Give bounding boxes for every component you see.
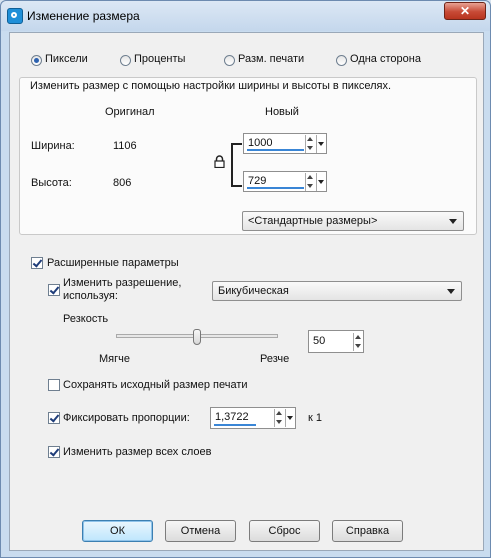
width-field-underline <box>247 149 304 151</box>
resample-checkbox[interactable] <box>48 284 60 296</box>
close-icon: ✕ <box>459 4 471 18</box>
lock-ratio-checkbox[interactable] <box>48 412 60 424</box>
all-layers-checkbox[interactable] <box>48 446 60 458</box>
resample-label-line1[interactable]: Изменить разрешение, <box>63 277 181 289</box>
reset-button[interactable]: Сброс <box>249 520 320 542</box>
radio-percent-label[interactable]: Проценты <box>134 53 185 65</box>
chevron-down-icon <box>447 289 455 294</box>
app-icon <box>7 8 23 24</box>
radio-print-size[interactable] <box>224 55 235 66</box>
radio-pixels-label[interactable]: Пиксели <box>45 53 88 65</box>
dimensions-group: Изменить размер с помощью настройки шири… <box>19 77 477 235</box>
resample-method-select[interactable]: Бикубическая <box>212 281 462 301</box>
help-button[interactable]: Справка <box>332 520 403 542</box>
ratio-field[interactable]: 1,3722 <box>210 407 296 429</box>
height-label: Высота: <box>31 177 72 189</box>
height-original-value: 806 <box>113 177 132 189</box>
height-new-field[interactable]: 729 <box>243 171 327 192</box>
height-new-value[interactable]: 729 <box>248 175 266 187</box>
lock-ratio-label[interactable]: Фиксировать пропорции: <box>63 412 190 424</box>
sharpness-spinner[interactable] <box>353 333 363 351</box>
preset-size-value: <Стандартные размеры> <box>248 215 378 227</box>
width-new-field[interactable]: 1000 <box>243 133 327 154</box>
new-header: Новый <box>265 106 299 118</box>
cancel-button[interactable]: Отмена <box>165 520 236 542</box>
ratio-value[interactable]: 1,3722 <box>215 411 249 423</box>
close-button[interactable]: ✕ <box>444 2 486 20</box>
radio-print-size-label[interactable]: Разм. печати <box>238 53 304 65</box>
height-dropdown[interactable] <box>316 173 325 191</box>
advanced-checkbox[interactable] <box>31 257 43 269</box>
original-header: Оригинал <box>105 106 155 118</box>
sharper-label: Резче <box>260 353 290 365</box>
resample-label-line2[interactable]: используя: <box>63 290 118 302</box>
ok-button[interactable]: ОК <box>82 520 153 542</box>
sharpness-label: Резкость <box>63 313 109 325</box>
chevron-down-icon <box>449 219 457 224</box>
width-new-value[interactable]: 1000 <box>248 137 272 149</box>
width-label: Ширина: <box>31 140 75 152</box>
dimensions-description: Изменить размер с помощью настройки шири… <box>30 80 392 92</box>
radio-one-side-label[interactable]: Одна сторона <box>350 53 421 65</box>
radio-percent[interactable] <box>120 55 131 66</box>
ratio-spinner[interactable] <box>274 409 284 427</box>
lock-icon <box>214 155 225 168</box>
width-dropdown[interactable] <box>316 135 325 153</box>
height-field-underline <box>247 187 304 189</box>
dialog-body: Пиксели Проценты Разм. печати Одна сторо… <box>9 32 484 551</box>
window-title: Изменение размера <box>27 9 140 23</box>
sharpness-value[interactable]: 50 <box>313 335 325 347</box>
resize-dialog: Изменение размера ✕ Пиксели Проценты Раз… <box>0 0 491 558</box>
preset-size-select[interactable]: <Стандартные размеры> <box>242 211 464 231</box>
radio-pixels[interactable] <box>31 55 42 66</box>
keep-print-size-checkbox[interactable] <box>48 379 60 391</box>
ratio-suffix: к 1 <box>308 412 322 424</box>
width-original-value: 1106 <box>113 140 137 152</box>
keep-print-size-label[interactable]: Сохранять исходный размер печати <box>63 379 248 391</box>
ratio-field-underline <box>214 424 256 426</box>
resample-method-value: Бикубическая <box>218 285 289 297</box>
ratio-dropdown[interactable] <box>285 409 294 427</box>
height-spinner[interactable] <box>305 173 315 191</box>
sharpness-field[interactable]: 50 <box>308 330 364 353</box>
radio-one-side[interactable] <box>336 55 347 66</box>
width-spinner[interactable] <box>305 135 315 153</box>
all-layers-label[interactable]: Изменить размер всех слоев <box>63 446 211 458</box>
softer-label: Мягче <box>99 353 130 365</box>
link-bracket <box>231 143 242 187</box>
title-bar[interactable]: Изменение размера ✕ <box>1 1 490 31</box>
sharpness-slider-thumb[interactable] <box>193 329 201 345</box>
advanced-label[interactable]: Расширенные параметры <box>47 257 179 269</box>
